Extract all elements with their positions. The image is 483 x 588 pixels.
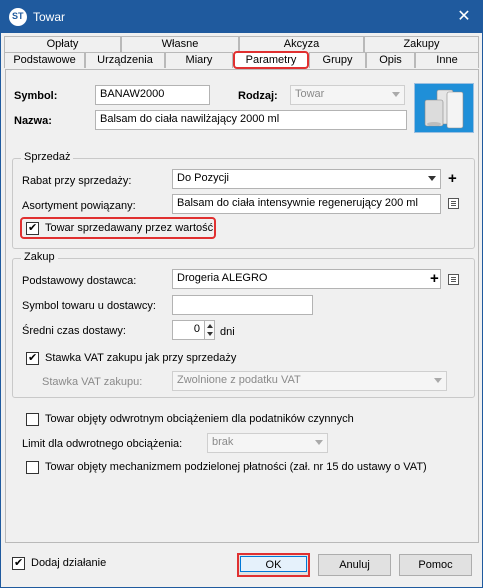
- chevron-down-icon: [315, 440, 323, 445]
- ok-button-label: OK: [240, 556, 307, 572]
- nazwa-input[interactable]: Balsam do ciała nawilżający 2000 ml: [95, 110, 407, 130]
- dodaj-dzialanie-checkbox[interactable]: [12, 556, 25, 570]
- chevron-down-icon: [434, 378, 442, 383]
- title-bar: ST Towar ✕: [1, 1, 482, 33]
- odwrotne-checkbox[interactable]: [26, 413, 39, 426]
- zakup-group-title: Zakup: [21, 251, 58, 263]
- nazwa-label: Nazwa:: [14, 115, 52, 127]
- symbol-dostawcy-label: Symbol towaru u dostawcy:: [22, 300, 156, 312]
- vat-zakupu-select[interactable]: Zwolnione z podatku VAT: [172, 371, 447, 391]
- wartosc-checkbox[interactable]: [26, 221, 39, 235]
- asortyment-label: Asortyment powiązany:: [22, 200, 136, 212]
- window-title: Towar: [33, 10, 66, 24]
- tab-inne[interactable]: Inne: [415, 52, 479, 68]
- vat-zakupu-label: Stawka VAT zakupu:: [42, 376, 143, 388]
- dostawca-label: Podstawowy dostawca:: [22, 275, 137, 287]
- tab-strip: Opłaty Własne Akcyza Zakupy Podstawowe U…: [4, 36, 479, 69]
- podzielona-checkbox[interactable]: [26, 461, 39, 474]
- tab-opis[interactable]: Opis: [366, 52, 415, 68]
- add-icon[interactable]: +: [448, 171, 457, 186]
- tab-content-panel: Symbol: BANAW2000 Rodzaj: Towar Nazwa: B…: [5, 69, 479, 543]
- chevron-down-icon: [392, 92, 400, 97]
- limit-select[interactable]: brak: [207, 433, 328, 453]
- limit-value: brak: [212, 436, 234, 448]
- tab-row-1: Opłaty Własne Akcyza Zakupy: [4, 36, 479, 52]
- vat-zakupu-value: Zwolnione z podatku VAT: [177, 374, 301, 386]
- vat-same-checkbox[interactable]: [26, 351, 39, 365]
- tab-oplaty[interactable]: Opłaty: [4, 36, 121, 52]
- rodzaj-label: Rodzaj:: [238, 90, 278, 102]
- czas-unit-label: dni: [220, 326, 235, 338]
- rabat-select[interactable]: Do Pozycji: [172, 169, 441, 189]
- tab-podstawowe[interactable]: Podstawowe: [4, 52, 85, 68]
- tab-row-2: Podstawowe Urządzenia Miary Parametry Gr…: [4, 51, 479, 69]
- spinner-icon[interactable]: [204, 321, 214, 339]
- symbol-input[interactable]: BANAW2000: [95, 85, 210, 105]
- tab-urzadzenia[interactable]: Urządzenia: [85, 52, 165, 68]
- podzielona-label[interactable]: Towar objęty mechanizmem podzielonej pła…: [45, 461, 427, 473]
- sprzedaz-group-title: Sprzedaż: [21, 151, 74, 163]
- czas-dostawy-label: Średni czas dostawy:: [22, 325, 126, 337]
- dodaj-dzialanie-label[interactable]: Dodaj działanie: [31, 557, 106, 569]
- tab-miary[interactable]: Miary: [165, 52, 233, 68]
- symbol-dostawcy-input[interactable]: [172, 295, 313, 315]
- tab-wlasne[interactable]: Własne: [121, 36, 239, 52]
- wartosc-label[interactable]: Towar sprzedawany przez wartość: [45, 222, 213, 234]
- tab-akcyza[interactable]: Akcyza: [239, 36, 364, 52]
- anuluj-button[interactable]: Anuluj: [318, 554, 391, 576]
- pomoc-button[interactable]: Pomoc: [399, 554, 472, 576]
- dialog-window: ST Towar ✕ Opłaty Własne Akcyza Zakupy P…: [0, 0, 483, 588]
- product-image[interactable]: [414, 83, 474, 133]
- close-icon[interactable]: ✕: [454, 7, 474, 27]
- rabat-label: Rabat przy sprzedaży:: [22, 175, 132, 187]
- rodzaj-select[interactable]: Towar: [290, 85, 405, 105]
- tab-zakupy[interactable]: Zakupy: [364, 36, 479, 52]
- ok-button[interactable]: OK: [237, 553, 310, 577]
- rabat-value: Do Pozycji: [177, 172, 229, 184]
- dostawca-input[interactable]: Drogeria ALEGRO: [172, 269, 441, 289]
- tab-grupy[interactable]: Grupy: [309, 52, 366, 68]
- symbol-label: Symbol:: [14, 90, 58, 102]
- rodzaj-value: Towar: [295, 88, 325, 100]
- limit-label: Limit dla odwrotnego obciążenia:: [22, 438, 183, 450]
- asortyment-input[interactable]: Balsam do ciała intensywnie regenerujący…: [172, 194, 441, 214]
- list-icon[interactable]: [448, 274, 459, 285]
- chevron-down-icon: [428, 176, 436, 181]
- app-logo-icon: ST: [9, 8, 27, 26]
- vat-same-label[interactable]: Stawka VAT zakupu jak przy sprzedaży: [45, 352, 236, 364]
- odwrotne-label[interactable]: Towar objęty odwrotnym obciążeniem dla p…: [45, 413, 354, 425]
- tab-parametry[interactable]: Parametry: [233, 51, 309, 69]
- list-icon[interactable]: [448, 198, 459, 209]
- czas-dostawy-value: 0: [193, 323, 200, 335]
- add-icon[interactable]: +: [430, 271, 439, 286]
- czas-dostawy-stepper[interactable]: 0: [172, 320, 215, 340]
